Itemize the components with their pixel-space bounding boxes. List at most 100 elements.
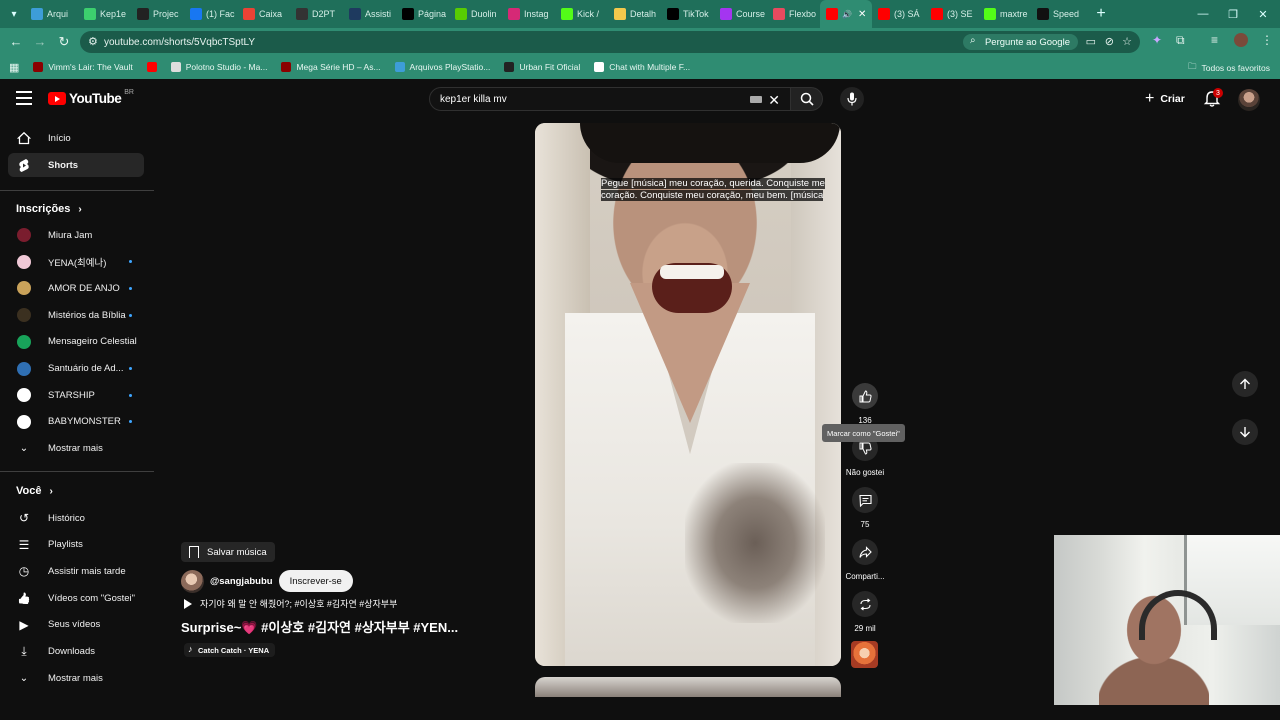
maximize-icon[interactable]: ❐ (1218, 0, 1248, 28)
sidebar-subscription-item[interactable]: STARSHIP (8, 383, 144, 407)
remix-button[interactable] (852, 591, 878, 617)
sidebar-subscription-item[interactable]: Santuário de Ad... (8, 357, 144, 381)
music-thumbnail[interactable] (851, 641, 878, 668)
tab-label: Assisti (365, 9, 392, 19)
browser-tab[interactable]: D2PT (290, 0, 343, 28)
save-music-button[interactable]: Salvar música (181, 542, 275, 562)
short-video-player[interactable]: Pegue [música] meu coração, querida. Con… (535, 123, 841, 666)
all-bookmarks-folder[interactable]: 🗀 Todos os favoritos (1188, 61, 1270, 75)
hamburger-menu-icon[interactable] (16, 91, 32, 105)
browser-tab[interactable]: Arqui (25, 0, 78, 28)
bookmark-item[interactable]: Urban Fit Oficial (504, 62, 580, 72)
bookmark-item[interactable]: Arquivos PlayStatio... (394, 62, 490, 72)
sidebar-item-history[interactable]: ↺ Histórico (8, 506, 144, 530)
short-title[interactable]: Surprise~💗 #이상호 #김자연 #상자부부 #YEN... (181, 617, 501, 636)
reload-icon[interactable]: ↻ (52, 30, 76, 54)
sidebar-item-shorts[interactable]: Shorts (8, 153, 144, 177)
browser-tab[interactable]: Course (714, 0, 767, 28)
tab-label: (3) SE (947, 9, 973, 19)
browser-tab[interactable]: Duolin (449, 0, 502, 28)
subscribe-button[interactable]: Inscrever-se (278, 570, 353, 592)
account-avatar[interactable] (1238, 89, 1260, 111)
search-button[interactable] (791, 87, 823, 111)
sidebar-item-home[interactable]: Início (8, 126, 144, 150)
media-controls-icon[interactable]: ≡ (1211, 33, 1218, 47)
browser-tab[interactable]: (1) Fac (184, 0, 237, 28)
eye-off-icon[interactable]: ⊘ (1105, 35, 1114, 48)
short-description[interactable]: 자기야 왜 말 안 해줬어?; #이상호 #김자연 #상자부부 (181, 597, 501, 610)
create-button[interactable]: + Criar (1137, 88, 1193, 110)
comments-button[interactable] (852, 487, 878, 513)
channel-name[interactable]: @sangjabubu (210, 576, 273, 587)
sidebar-subscription-item[interactable]: Mensageiro Celestial (8, 330, 144, 354)
sidebar-item-watch-later[interactable]: ◷ Assistir mais tarde (8, 559, 144, 583)
extension-icon[interactable]: ✦ (1152, 33, 1162, 47)
sidebar-show-more-subs[interactable]: ⌄ Mostrar mais (8, 436, 144, 460)
browser-tab[interactable]: Detalh (608, 0, 661, 28)
next-short-preview[interactable] (535, 677, 841, 697)
apps-grid-icon[interactable]: ▦ (9, 61, 19, 74)
bookmark-item[interactable] (146, 62, 157, 72)
channel-avatar[interactable] (181, 569, 204, 593)
close-tab-icon[interactable]: ✕ (858, 9, 866, 20)
sidebar-subscription-item[interactable]: YENA(최예나) (8, 250, 144, 274)
previous-short-button[interactable] (1232, 371, 1258, 397)
minimize-icon[interactable]: — (1188, 0, 1218, 28)
sidebar-show-more-you[interactable]: ⌄ Mostrar mais (8, 666, 144, 690)
browser-tab[interactable]: Kep1e (78, 0, 131, 28)
back-icon[interactable]: ← (4, 30, 28, 54)
ask-google-button[interactable]: ⌕ Pergunte ao Google (962, 34, 1078, 50)
music-chip[interactable]: ♪ Catch Catch · YENA (184, 643, 276, 657)
sidebar-subscription-item[interactable]: AMOR DE ANJO (8, 276, 144, 300)
extensions-puzzle-icon[interactable]: ⧉ (1176, 33, 1185, 48)
sidebar-subscription-item[interactable]: BABYMONSTER (8, 410, 144, 434)
tab-favicon-icon (455, 8, 467, 20)
bookmark-item[interactable]: Polotno Studio - Ma... (170, 62, 267, 72)
site-info-icon[interactable]: ⚙ (88, 35, 98, 48)
browser-tab[interactable]: Flexbo (767, 0, 820, 28)
browser-tab[interactable]: Assisti (343, 0, 396, 28)
bookmark-item[interactable]: Vimm's Lair: The Vault (33, 62, 133, 72)
share-button[interactable] (852, 539, 878, 565)
bookmark-star-icon[interactable]: ☆ (1122, 35, 1132, 48)
like-button[interactable] (852, 383, 878, 409)
sidebar-subscription-item[interactable]: Mistérios da Bíblia (8, 303, 144, 327)
subscriptions-header[interactable]: Inscrições › (16, 203, 82, 215)
browser-tab[interactable]: maxtre (978, 0, 1031, 28)
url-text[interactable]: youtube.com/shorts/5VqbcTSptLY (104, 37, 255, 48)
browser-tab[interactable]: Página (396, 0, 449, 28)
sidebar-subscription-item[interactable]: Miura Jam (8, 223, 144, 247)
browser-tab[interactable]: (3) SÁ (872, 0, 925, 28)
keyboard-icon[interactable] (750, 96, 762, 103)
browser-tab[interactable]: TikTok (661, 0, 714, 28)
voice-search-button[interactable] (840, 87, 864, 111)
clear-search-icon[interactable]: ✕ (768, 92, 780, 109)
profile-avatar[interactable] (1234, 33, 1248, 47)
sidebar-item-downloads[interactable]: ⤓ Downloads (8, 640, 144, 664)
bookmark-item[interactable]: Chat with Multiple F... (594, 62, 690, 72)
you-header[interactable]: Você › (16, 485, 53, 497)
youtube-logo[interactable]: YouTube BR (48, 89, 134, 106)
browser-tab[interactable]: Instag (502, 0, 555, 28)
browser-tab[interactable]: (3) SE (925, 0, 978, 28)
browser-tab[interactable]: 🔊 ✕ (820, 0, 872, 28)
cast-icon[interactable]: ▭ (1086, 35, 1096, 48)
search-value[interactable]: kep1er killa mv (440, 94, 507, 105)
browser-tab[interactable]: Speed (1031, 0, 1084, 28)
new-tab-button[interactable]: + (1090, 5, 1112, 23)
audio-playing-icon[interactable]: 🔊 (842, 10, 852, 19)
browser-tab[interactable]: Kick / (555, 0, 608, 28)
tab-search-dropdown[interactable]: ▾ (3, 3, 25, 25)
omnibox[interactable]: ⚙ youtube.com/shorts/5VqbcTSptLY ⌕ Pergu… (80, 31, 1140, 53)
search-input[interactable]: kep1er killa mv ✕ (429, 87, 791, 111)
browser-menu-icon[interactable]: ⋮ (1261, 33, 1273, 47)
next-short-button[interactable] (1232, 419, 1258, 445)
forward-icon[interactable]: → (28, 30, 52, 54)
close-window-icon[interactable]: ✕ (1248, 0, 1278, 28)
bookmark-item[interactable]: Mega Série HD – As... (281, 62, 381, 72)
browser-tab[interactable]: Caixa (237, 0, 290, 28)
sidebar-item-your-videos[interactable]: ▶ Seus vídeos (8, 613, 144, 637)
sidebar-item-liked[interactable]: 👍 Vídeos com "Gostei" (8, 586, 144, 610)
browser-tab[interactable]: Projec (131, 0, 184, 28)
sidebar-item-playlists[interactable]: ☰ Playlists (8, 533, 144, 557)
